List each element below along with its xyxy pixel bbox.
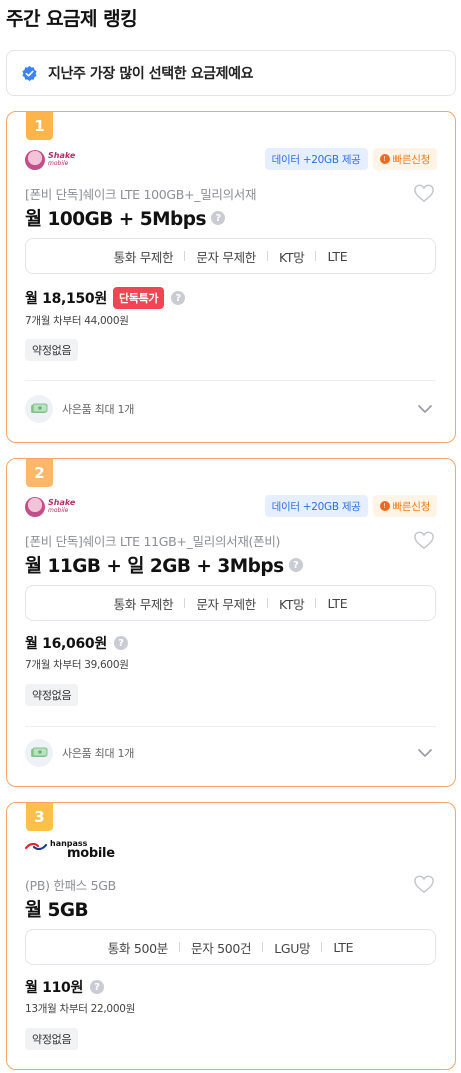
plan-title: 월 5GB — [25, 896, 89, 922]
notice-text: 지난주 가장 많이 선택한 요금제예요 — [48, 66, 254, 82]
gift-row[interactable]: 사은품 최대 1개 — [25, 395, 134, 423]
feature-call: 통화 무제한 — [113, 249, 174, 265]
plan-subtitle: [폰비 단독]쉐이크 LTE 11GB+_밀리의서재(폰비) — [25, 534, 281, 549]
gift-money-icon — [25, 395, 53, 423]
contract-badge: 약정없음 — [25, 684, 79, 706]
fast-apply-badge: ! 빠른신청 — [372, 495, 437, 517]
info-icon[interactable]: ? — [288, 558, 303, 572]
rank-badge: 1 — [26, 112, 53, 140]
plan-title: 월 100GB + 5Mbps? — [25, 205, 226, 231]
chevron-down-icon[interactable] — [417, 748, 433, 758]
after-price: 7개월 차부터 39,600원 — [25, 659, 129, 671]
price-amount: 월 110원 — [25, 980, 84, 996]
plan-title-text: 월 11GB + 일 2GB + 3Mbps — [25, 556, 284, 577]
feature-call: 통화 500분 — [107, 940, 169, 956]
feature-network: LGU망 — [274, 940, 311, 956]
logo-subtext: mobile — [67, 846, 115, 861]
shake-mascot-icon — [25, 497, 45, 517]
price-row: 월 16,060원 ? — [25, 633, 128, 653]
after-price: 13개월 차부터 22,000원 — [25, 1003, 135, 1015]
price-amount: 월 16,060원 — [25, 636, 107, 652]
heart-icon[interactable] — [413, 183, 435, 203]
carrier-logo-shake: Shake mobile — [25, 497, 75, 517]
gift-label: 사은품 최대 1개 — [62, 403, 135, 416]
feature-sms: 문자 무제한 — [196, 596, 256, 612]
gift-label: 사은품 최대 1개 — [62, 747, 135, 760]
feature-type: LTE — [333, 939, 354, 955]
plan-card-2[interactable]: 2 Shake mobile 데이터 +20GB 제공 ! 빠른신청 [폰비 단독… — [6, 458, 456, 787]
feature-network: KT망 — [279, 596, 305, 612]
fast-apply-badge: ! 빠른신청 — [372, 148, 437, 170]
feature-sms: 문자 무제한 — [196, 249, 256, 265]
notice-banner: 지난주 가장 많이 선택한 요금제예요 — [6, 50, 456, 96]
info-icon[interactable]: ? — [211, 211, 226, 225]
data-bonus-badge: 데이터 +20GB 제공 — [264, 495, 368, 517]
plan-title: 월 11GB + 일 2GB + 3Mbps? — [25, 552, 303, 578]
info-icon[interactable]: ? — [90, 980, 105, 994]
verified-check-icon — [22, 65, 37, 81]
plan-title-text: 월 5GB — [25, 900, 89, 921]
plan-card-3[interactable]: 3 hanpass mobile (PB) 한패스 5GB 월 5GB 통화 5… — [6, 802, 456, 1070]
promo-badge: 단독특가 — [112, 287, 165, 309]
heart-icon[interactable] — [413, 874, 435, 894]
logo-text: Shake — [48, 151, 76, 160]
plan-subtitle: [폰비 단독]쉐이크 LTE 100GB+_밀리의서재 — [25, 187, 257, 202]
hanpass-swoosh-icon — [25, 843, 47, 850]
chevron-down-icon[interactable] — [417, 404, 433, 414]
shake-mascot-icon — [25, 150, 45, 170]
gift-row[interactable]: 사은품 최대 1개 — [25, 739, 134, 767]
fast-icon: ! — [379, 501, 390, 511]
feature-network: KT망 — [279, 249, 305, 265]
price-amount: 월 18,150원 — [25, 291, 107, 307]
contract-badge: 약정없음 — [25, 339, 79, 361]
feature-sms: 문자 500건 — [191, 940, 252, 956]
heart-icon[interactable] — [413, 530, 435, 550]
fast-icon: ! — [379, 154, 390, 164]
plan-card-1[interactable]: 1 Shake mobile 데이터 +20GB 제공 ! 빠른신청 [폰비 단독… — [6, 111, 456, 443]
info-icon[interactable]: ? — [113, 636, 128, 650]
after-price: 7개월 차부터 44,000원 — [25, 315, 129, 327]
plan-subtitle: (PB) 한패스 5GB — [25, 878, 116, 893]
price-row: 월 18,150원 단독특가 ? — [25, 287, 186, 309]
rank-badge: 2 — [26, 459, 53, 487]
feature-call: 통화 무제한 — [113, 596, 174, 612]
plan-title-text: 월 100GB + 5Mbps — [25, 209, 207, 230]
feature-type: LTE — [327, 595, 348, 611]
logo-subtext: mobile — [48, 507, 69, 514]
rank-badge: 3 — [26, 803, 53, 831]
data-bonus-badge: 데이터 +20GB 제공 — [264, 148, 368, 170]
feature-bar: 통화 무제한 문자 무제한 KT망 LTE — [25, 585, 436, 621]
fast-apply-label: 빠른신청 — [392, 153, 431, 166]
logo-subtext: mobile — [48, 160, 69, 167]
page-title: 주간 요금제 랭킹 — [6, 8, 138, 30]
logo-text: Shake — [48, 498, 76, 507]
feature-bar: 통화 500분 문자 500건 LGU망 LTE — [25, 929, 436, 965]
contract-badge: 약정없음 — [25, 1028, 79, 1050]
gift-money-icon — [25, 739, 53, 767]
feature-bar: 통화 무제한 문자 무제한 KT망 LTE — [25, 238, 436, 274]
fast-apply-label: 빠른신청 — [392, 500, 431, 513]
info-icon[interactable]: ? — [171, 291, 186, 305]
carrier-logo-shake: Shake mobile — [25, 150, 75, 170]
price-row: 월 110원 ? — [25, 977, 105, 997]
feature-type: LTE — [327, 248, 348, 264]
